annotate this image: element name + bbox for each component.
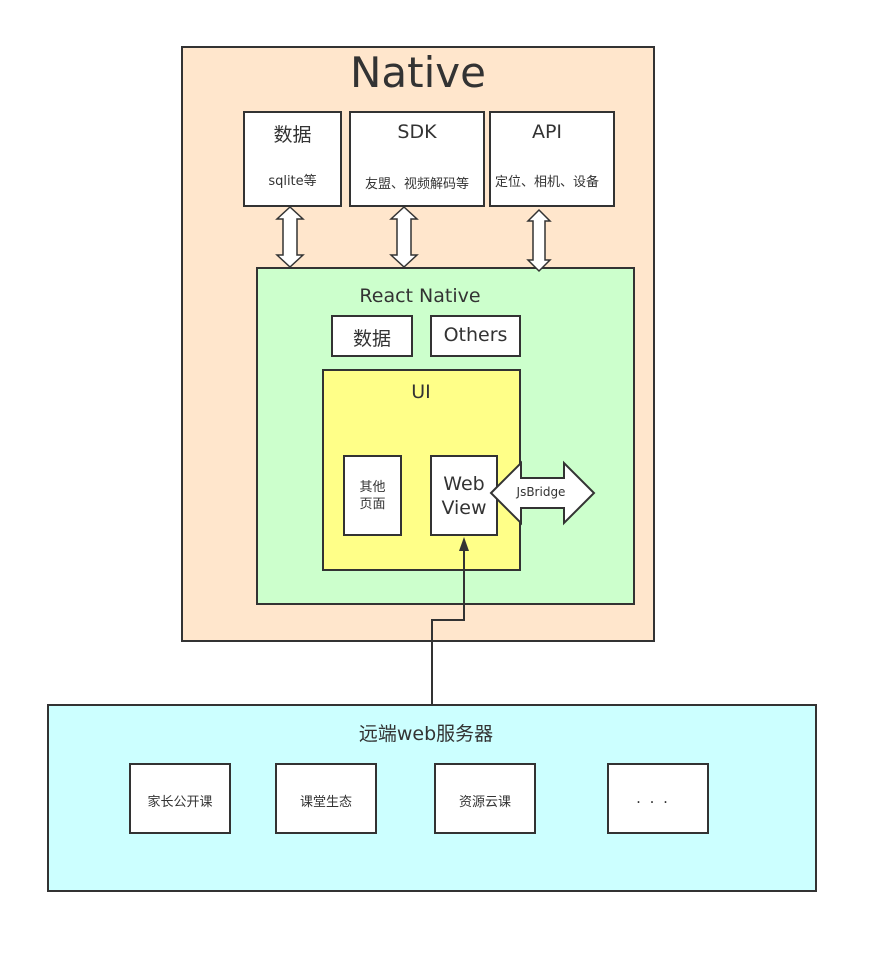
remote-to-webview-arrowhead: [459, 537, 469, 551]
double-arrow-api: [526, 208, 552, 273]
double-arrow-sdk: [389, 205, 419, 269]
remote-to-webview-line: [431, 550, 465, 704]
connector-layer: [275, 205, 596, 704]
double-arrow-data: [275, 205, 305, 269]
jsbridge-label: JsBridge: [516, 485, 566, 499]
